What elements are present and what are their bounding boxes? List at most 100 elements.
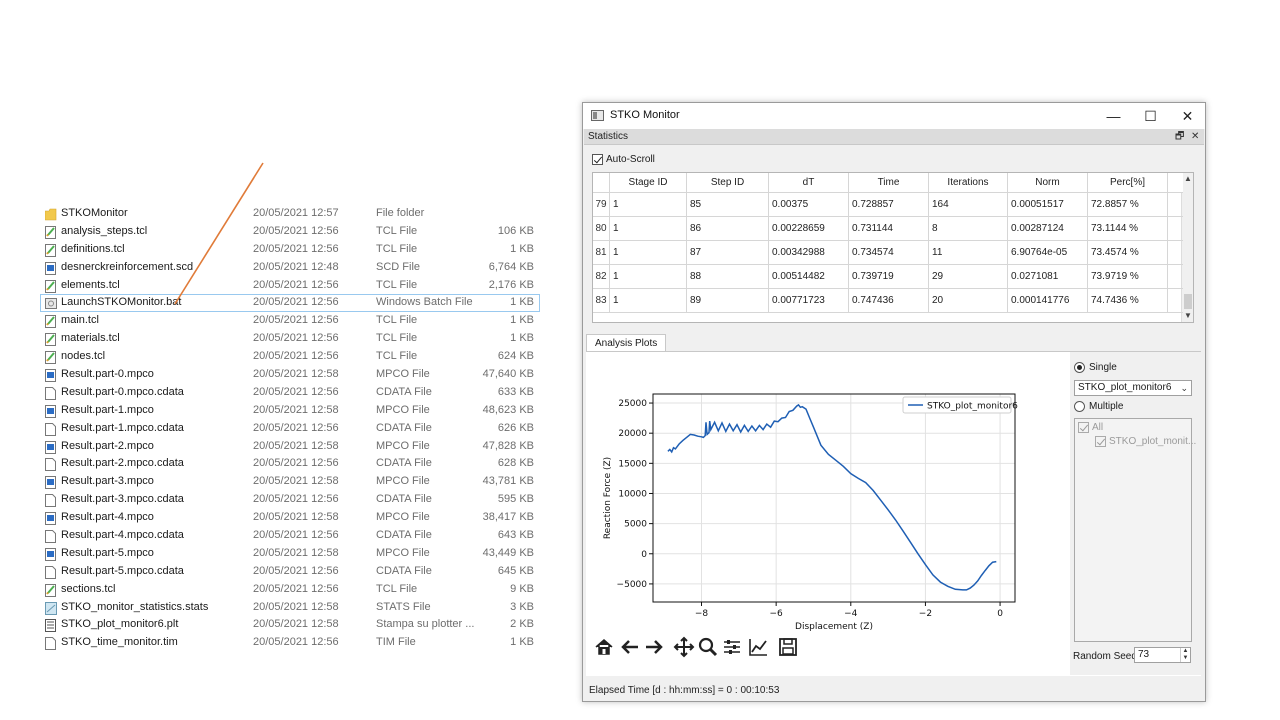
file-row[interactable]: Result.part-1.mpco.cdata 20/05/2021 12:56… xyxy=(40,420,540,438)
dock-float-button[interactable]: 🗗 xyxy=(1175,129,1184,145)
blank-file-icon xyxy=(45,422,56,436)
series-line xyxy=(667,403,997,591)
file-row[interactable]: STKO_plot_monitor6.plt 20/05/2021 12:58 St… xyxy=(40,616,540,634)
file-row[interactable]: desnerckreinforcement.scd 20/05/2021 12:4… xyxy=(40,259,540,277)
file-list: STKOMonitor 20/05/2021 12:57 File folder an… xyxy=(40,205,540,652)
multiple-radio-icon[interactable] xyxy=(1074,401,1085,412)
column-header[interactable]: Time xyxy=(849,173,929,193)
file-date: 20/05/2021 12:56 xyxy=(253,421,339,434)
file-size: 626 KB xyxy=(497,421,534,434)
single-radio[interactable]: Single xyxy=(1074,362,1117,373)
file-row[interactable]: Result.part-5.mpco.cdata 20/05/2021 12:56… xyxy=(40,563,540,581)
file-row[interactable]: elements.tcl 20/05/2021 12:56 TCL File 2,17… xyxy=(40,277,540,295)
file-row[interactable]: main.tcl 20/05/2021 12:56 TCL File 1 KB xyxy=(40,312,540,330)
title-bar[interactable]: STKO Monitor — ☐ ✕ xyxy=(583,103,1205,129)
statistics-table[interactable]: ▲ ▼ 781830.0050.725107280.00080506272.51… xyxy=(592,172,1194,323)
file-row[interactable]: Result.part-2.mpco.cdata 20/05/2021 12:56… xyxy=(40,455,540,473)
file-row[interactable]: Result.part-3.mpco.cdata 20/05/2021 12:56… xyxy=(40,491,540,509)
table-cell: 1 xyxy=(610,217,687,241)
file-row[interactable]: nodes.tcl 20/05/2021 12:56 TCL File 624 KB xyxy=(40,348,540,366)
pan-icon[interactable] xyxy=(673,636,695,658)
file-row[interactable]: STKO_monitor_statistics.stats 20/05/2021 … xyxy=(40,599,540,617)
scroll-up-icon[interactable]: ▲ xyxy=(1182,173,1193,185)
reaction-force-chart[interactable]: −8 −6 −4 −2 0 −5000 0 5000 10000 15000 20000 25000 D… xyxy=(586,352,1069,632)
stats-file-icon xyxy=(45,601,57,615)
column-header[interactable]: dT xyxy=(769,173,849,193)
file-size: 43,449 KB xyxy=(482,546,534,559)
single-radio-icon[interactable] xyxy=(1074,362,1085,373)
file-row[interactable]: materials.tcl 20/05/2021 12:56 TCL File 1 K… xyxy=(40,330,540,348)
file-size: 1 KB xyxy=(510,296,534,309)
close-button[interactable]: ✕ xyxy=(1169,103,1206,129)
minimize-button[interactable]: — xyxy=(1095,103,1132,129)
table-cell: 0.0271081 xyxy=(1008,265,1088,289)
y-tick-label: 15000 xyxy=(618,459,647,469)
script-file-icon xyxy=(45,583,56,597)
row-index: 80 xyxy=(593,217,610,241)
plot-area[interactable]: −8 −6 −4 −2 0 −5000 0 5000 10000 15000 20000 25000 D… xyxy=(586,352,1069,675)
file-type: STATS File xyxy=(376,600,431,613)
table-cell: 0.000141776 xyxy=(1008,289,1088,313)
checkbox-icon[interactable] xyxy=(592,153,603,165)
file-row[interactable]: Result.part-0.mpco 20/05/2021 12:58 MPCO F… xyxy=(40,366,540,384)
table-cell: 0.734574 xyxy=(849,241,929,265)
file-row[interactable]: Result.part-4.mpco 20/05/2021 12:58 MPCO F… xyxy=(40,509,540,527)
file-row[interactable]: analysis_steps.tcl 20/05/2021 12:56 TCL Fi… xyxy=(40,223,540,241)
column-header[interactable]: Norm xyxy=(1008,173,1088,193)
file-name: Result.part-4.mpco.cdata xyxy=(61,529,184,542)
file-row[interactable]: STKOMonitor 20/05/2021 12:57 File folder xyxy=(40,205,540,223)
edit-axes-icon[interactable] xyxy=(747,636,769,658)
file-row[interactable]: STKO_time_monitor.tim 20/05/2021 12:56 TIM… xyxy=(40,634,540,652)
file-row[interactable]: definitions.tcl 20/05/2021 12:56 TCL File 1… xyxy=(40,241,540,259)
table-row[interactable]: 80 1 86 0.00228659 0.731144 8 0.00287124 73.114… xyxy=(593,217,1183,241)
file-row[interactable]: Result.part-2.mpco 20/05/2021 12:58 MPCO F… xyxy=(40,438,540,456)
file-row[interactable]: Result.part-5.mpco 20/05/2021 12:58 MPCO F… xyxy=(40,545,540,563)
file-type: MPCO File xyxy=(376,403,430,416)
forward-arrow-icon[interactable] xyxy=(643,636,665,658)
tab-analysis-plots[interactable]: Analysis Plots xyxy=(586,334,667,352)
file-type: MPCO File xyxy=(376,475,430,488)
dock-close-button[interactable]: ✕ xyxy=(1191,129,1199,145)
script-file-icon xyxy=(45,333,56,347)
save-icon[interactable] xyxy=(777,636,799,658)
zoom-icon[interactable] xyxy=(697,636,719,658)
blank-file-icon xyxy=(45,637,56,651)
file-name: Result.part-3.mpco.cdata xyxy=(61,493,184,506)
table-cell: 29 xyxy=(929,265,1008,289)
scroll-down-icon[interactable]: ▼ xyxy=(1182,310,1193,322)
maximize-button[interactable]: ☐ xyxy=(1132,103,1169,129)
table-row[interactable]: 81 1 87 0.00342988 0.734574 11 6.90764e-05 73.4… xyxy=(593,241,1183,265)
file-date: 20/05/2021 12:58 xyxy=(253,600,339,613)
file-name: desnerckreinforcement.scd xyxy=(61,260,194,273)
file-row[interactable]: Result.part-3.mpco 20/05/2021 12:58 MPCO F… xyxy=(40,473,540,491)
multiple-radio[interactable]: Multiple xyxy=(1074,401,1123,412)
file-row[interactable]: LaunchSTKOMonitor.bat 20/05/2021 12:56 Win… xyxy=(40,294,540,313)
table-row[interactable]: 83 1 89 0.00771723 0.747436 20 0.000141776 74.7… xyxy=(593,289,1183,313)
column-header[interactable]: Stage ID xyxy=(610,173,687,193)
plot-select-combo[interactable]: STKO_plot_monitor6 ⌄ xyxy=(1074,380,1192,396)
plot-file-icon xyxy=(45,619,56,633)
file-type: CDATA File xyxy=(376,493,432,506)
subplots-icon[interactable] xyxy=(721,636,743,658)
chevron-down-icon[interactable]: ⌄ xyxy=(1180,381,1188,395)
file-row[interactable]: Result.part-4.mpco.cdata 20/05/2021 12:56… xyxy=(40,527,540,545)
scroll-thumb[interactable] xyxy=(1184,294,1192,309)
auto-scroll-checkbox[interactable]: Auto-Scroll xyxy=(592,153,655,167)
home-icon[interactable] xyxy=(593,636,615,658)
spin-arrows-icon[interactable]: ▲ ▼ xyxy=(1180,648,1190,662)
back-arrow-icon[interactable] xyxy=(619,636,641,658)
table-cell: 164 xyxy=(929,193,1008,217)
table-row[interactable]: 79 1 85 0.00375 0.728857 164 0.00051517 72.8857… xyxy=(593,193,1183,217)
column-header[interactable]: Step ID xyxy=(687,173,769,193)
file-name: Result.part-2.mpco xyxy=(61,439,154,452)
column-header[interactable]: Perc[%] xyxy=(1088,173,1168,193)
file-date: 20/05/2021 12:56 xyxy=(253,636,339,649)
column-header[interactable]: Iterations xyxy=(929,173,1008,193)
file-type: CDATA File xyxy=(376,385,432,398)
row-index: 83 xyxy=(593,289,610,313)
file-row[interactable]: Result.part-0.mpco.cdata 20/05/2021 12:56… xyxy=(40,384,540,402)
file-row[interactable]: sections.tcl 20/05/2021 12:56 TCL File 9 KB xyxy=(40,581,540,599)
table-row[interactable]: 82 1 88 0.00514482 0.739719 29 0.0271081 73.971… xyxy=(593,265,1183,289)
random-seed-spinbox[interactable]: 73 ▲ ▼ xyxy=(1134,647,1191,663)
file-row[interactable]: Result.part-1.mpco 20/05/2021 12:58 MPCO F… xyxy=(40,402,540,420)
